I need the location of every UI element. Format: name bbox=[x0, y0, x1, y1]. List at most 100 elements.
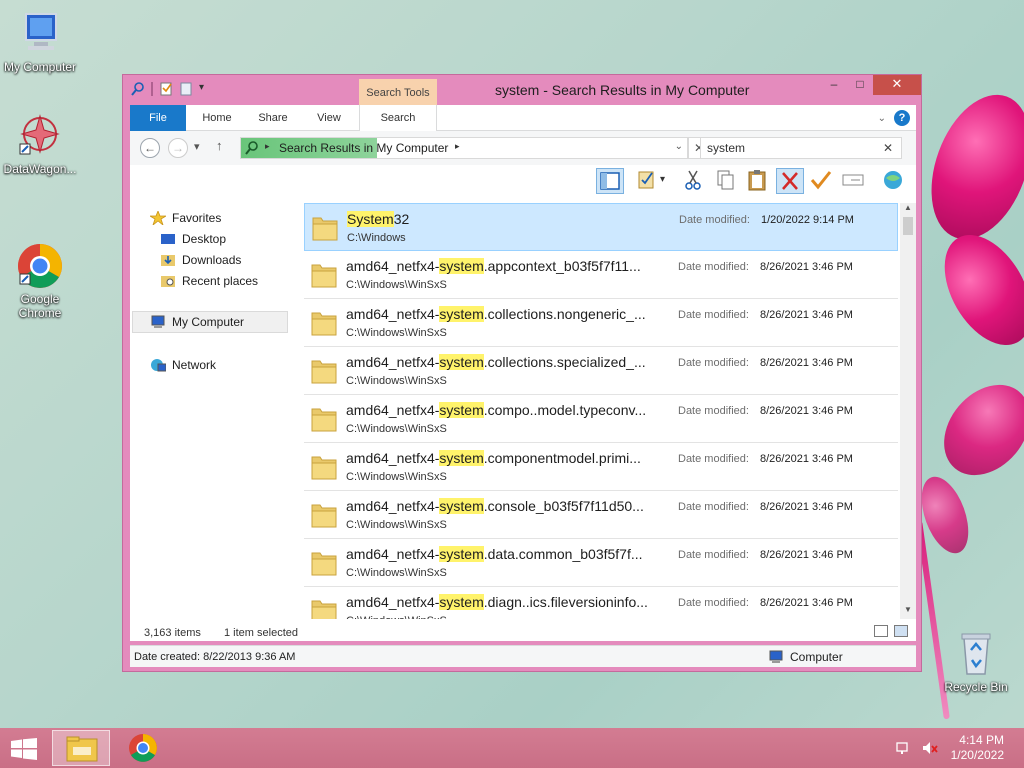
scroll-down-icon[interactable]: ▼ bbox=[900, 605, 916, 619]
sidebar-item-network[interactable]: Network bbox=[150, 358, 216, 372]
date-modified-label: Date modified: bbox=[678, 261, 749, 273]
back-button[interactable]: ← bbox=[140, 138, 160, 158]
result-name-match: system bbox=[439, 306, 484, 322]
preview-pane-icon bbox=[600, 172, 620, 190]
large-icons-view-icon[interactable] bbox=[894, 625, 908, 637]
result-name-match: system bbox=[439, 498, 484, 514]
date-modified-label: Date modified: bbox=[678, 597, 749, 609]
tab-view[interactable]: View bbox=[306, 105, 352, 131]
vertical-scrollbar[interactable]: ▲ ▼ bbox=[900, 203, 916, 619]
result-row[interactable]: amd64_netfx4-system.console_b03f5f7f11d5… bbox=[304, 491, 898, 539]
chrome-icon bbox=[129, 734, 157, 762]
desktop-icon-datawagon[interactable]: DataWagon... bbox=[0, 112, 80, 176]
chrome-icon bbox=[18, 244, 62, 288]
properties-button[interactable] bbox=[634, 168, 662, 194]
paste-button[interactable] bbox=[744, 168, 772, 194]
recent-places-icon bbox=[160, 274, 176, 288]
folder-icon bbox=[310, 499, 338, 529]
magnifier-icon[interactable] bbox=[131, 82, 145, 96]
desktop-icon-my-computer[interactable]: My Computer bbox=[0, 10, 80, 74]
tab-share[interactable]: Share bbox=[248, 105, 298, 131]
copy-button[interactable] bbox=[712, 168, 740, 194]
delete-button[interactable] bbox=[776, 168, 804, 194]
result-name: System32 bbox=[347, 211, 409, 227]
customize-qat-icon[interactable]: ▾ bbox=[199, 82, 209, 96]
address-bar[interactable]: ▸ Search Results in My Computer ▸ ⌄ bbox=[240, 137, 688, 159]
properties-icon[interactable] bbox=[159, 82, 173, 96]
volume-muted-icon[interactable] bbox=[922, 740, 938, 759]
date-modified-value: 8/26/2021 3:46 PM bbox=[760, 405, 853, 417]
address-dropdown-icon[interactable]: ⌄ bbox=[675, 141, 683, 152]
breadcrumb-arrow-icon[interactable]: ▸ bbox=[455, 141, 460, 152]
cut-button[interactable] bbox=[680, 168, 708, 194]
result-name: amd64_netfx4-system.collections.speciali… bbox=[346, 354, 646, 370]
properties-icon bbox=[638, 171, 654, 189]
result-row[interactable]: amd64_netfx4-system.appcontext_b03f5f7f1… bbox=[304, 251, 898, 299]
new-folder-icon[interactable] bbox=[179, 82, 193, 96]
up-arrow-icon: ↑ bbox=[216, 138, 223, 153]
star-icon bbox=[148, 209, 168, 227]
explorer-window: ▾ Search Tools system - Search Results i… bbox=[122, 74, 922, 672]
sidebar-item-recent-places[interactable]: Recent places bbox=[160, 274, 258, 288]
minimize-button[interactable]: – bbox=[821, 75, 847, 95]
desktop-icon-google-chrome[interactable]: Google Chrome bbox=[0, 214, 80, 334]
sidebar-item-downloads[interactable]: Downloads bbox=[160, 253, 241, 267]
date-modified-value: 8/26/2021 3:46 PM bbox=[760, 261, 853, 273]
taskbar-file-explorer[interactable] bbox=[52, 730, 110, 766]
result-row[interactable]: amd64_netfx4-system.diagn..ics.fileversi… bbox=[304, 587, 898, 619]
result-name-prefix: amd64_netfx4- bbox=[346, 306, 440, 322]
globe-button[interactable] bbox=[880, 168, 908, 194]
result-row[interactable]: amd64_netfx4-system.data.common_b03f5f7f… bbox=[304, 539, 898, 587]
select-button[interactable] bbox=[840, 168, 868, 194]
desktop-icon-recycle-bin[interactable]: Recycle Bin bbox=[936, 630, 1016, 694]
sidebar-item-favorites[interactable]: Favorites bbox=[148, 209, 221, 227]
clear-search-icon[interactable]: ✕ bbox=[883, 141, 893, 155]
title-bar[interactable]: ▾ Search Tools system - Search Results i… bbox=[123, 75, 921, 105]
result-name-prefix: amd64_netfx4- bbox=[346, 594, 440, 610]
breadcrumb-arrow-icon[interactable]: ▸ bbox=[265, 141, 270, 152]
computer-icon bbox=[150, 315, 166, 329]
network-status-icon[interactable] bbox=[896, 740, 912, 759]
folder-icon bbox=[310, 307, 338, 337]
tab-file[interactable]: File bbox=[130, 105, 186, 131]
search-input[interactable]: system ✕ bbox=[700, 137, 902, 159]
scrollbar-thumb[interactable] bbox=[903, 217, 913, 235]
tab-search[interactable]: Search bbox=[359, 105, 437, 131]
result-row[interactable]: amd64_netfx4-system.componentmodel.primi… bbox=[304, 443, 898, 491]
tab-home[interactable]: Home bbox=[194, 105, 240, 131]
result-name: amd64_netfx4-system.compo..model.typecon… bbox=[346, 402, 646, 418]
result-row[interactable]: amd64_netfx4-system.collections.nongener… bbox=[304, 299, 898, 347]
result-path: C:\Windows\WinSxS bbox=[346, 471, 447, 483]
properties-dropdown[interactable]: ▾ bbox=[660, 168, 672, 194]
taskbar-google-chrome[interactable] bbox=[114, 730, 172, 766]
result-row[interactable]: amd64_netfx4-system.compo..model.typecon… bbox=[304, 395, 898, 443]
scroll-up-icon[interactable]: ▲ bbox=[900, 203, 916, 217]
recent-locations-dropdown[interactable]: ▾ bbox=[194, 140, 200, 153]
network-icon bbox=[150, 358, 167, 372]
breadcrumb[interactable]: Search Results in My Computer bbox=[279, 141, 448, 155]
chevron-down-icon: ▾ bbox=[660, 174, 666, 185]
date-modified-label: Date modified: bbox=[678, 549, 749, 561]
result-row[interactable]: System32 C:\Windows Date modified: 1/20/202… bbox=[304, 203, 898, 251]
close-button[interactable]: ✕ bbox=[873, 75, 921, 95]
delete-x-icon bbox=[782, 172, 798, 190]
date-modified-label: Date modified: bbox=[678, 405, 749, 417]
details-view-icon[interactable] bbox=[874, 625, 888, 637]
qat-separator bbox=[151, 82, 153, 96]
rename-button[interactable] bbox=[808, 168, 836, 194]
windows-logo-icon bbox=[11, 738, 37, 760]
help-icon[interactable]: ? bbox=[894, 110, 910, 126]
expand-ribbon-icon[interactable]: ⌄ bbox=[878, 113, 886, 124]
date-created: Date created: 8/22/2013 9:36 AM bbox=[134, 651, 296, 663]
up-button[interactable]: ↑ bbox=[216, 138, 223, 153]
sidebar-item-my-computer[interactable]: My Computer bbox=[132, 311, 288, 333]
result-row[interactable]: amd64_netfx4-system.collections.speciali… bbox=[304, 347, 898, 395]
maximize-button[interactable]: □ bbox=[847, 75, 873, 95]
forward-button[interactable]: → bbox=[168, 138, 188, 158]
preview-pane-button[interactable] bbox=[596, 168, 624, 194]
start-button[interactable] bbox=[10, 738, 38, 760]
clock[interactable]: 4:14 PM 1/20/2022 bbox=[951, 733, 1004, 763]
result-path: C:\Windows\WinSxS bbox=[346, 327, 447, 339]
system-tray bbox=[896, 740, 938, 759]
sidebar-item-desktop[interactable]: Desktop bbox=[160, 232, 226, 246]
